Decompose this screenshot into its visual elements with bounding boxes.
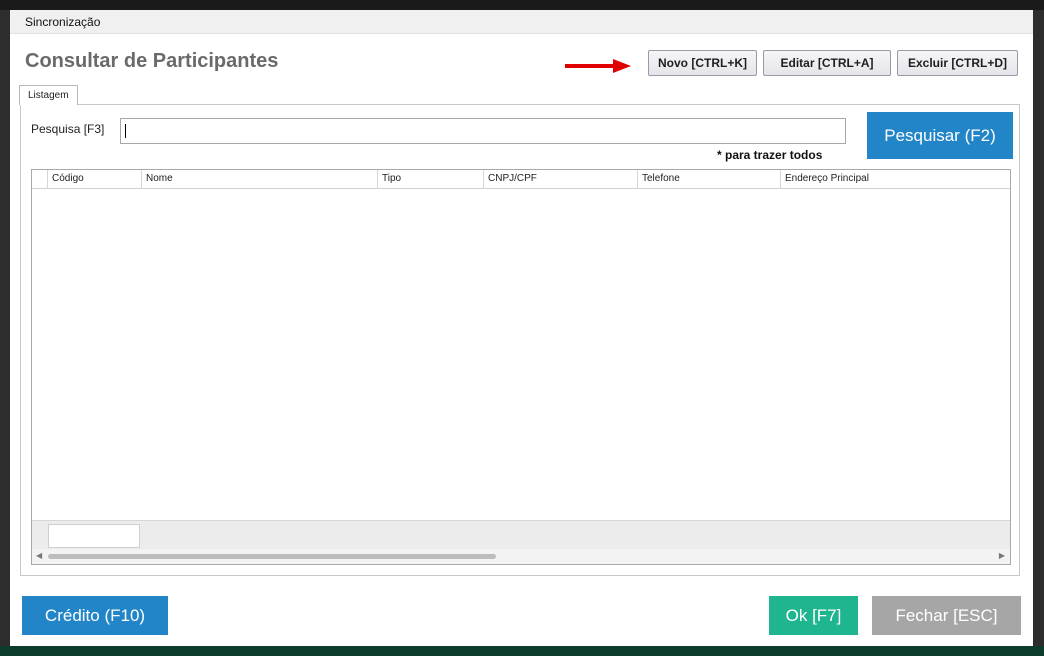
footer-summary-cell — [48, 524, 140, 548]
text-caret — [125, 124, 126, 138]
background-right — [1033, 10, 1044, 656]
scroll-thumb[interactable] — [48, 554, 496, 559]
column-header-tipo[interactable]: Tipo — [377, 170, 483, 188]
participants-table[interactable]: Código Nome Tipo CNPJ/CPF Telefone Ender… — [31, 169, 1011, 565]
close-button[interactable]: Fechar [ESC] — [872, 596, 1021, 635]
dialog-window: Sincronização Consultar de Participantes… — [10, 10, 1033, 646]
background-bottom — [0, 646, 1044, 656]
background-top — [0, 0, 1044, 10]
page-title: Consultar de Participantes — [25, 50, 279, 72]
column-header-codigo[interactable]: Código — [47, 170, 141, 188]
search-input[interactable] — [120, 118, 846, 144]
credit-button[interactable]: Crédito (F10) — [22, 596, 168, 635]
listing-panel: Pesquisa [F3] * para trazer todos Pesqui… — [20, 104, 1020, 576]
title-bar: Sincronização — [10, 10, 1033, 34]
column-header-telefone[interactable]: Telefone — [637, 170, 780, 188]
new-button[interactable]: Novo [CTRL+K] — [648, 50, 757, 76]
scroll-right-icon[interactable]: ▶ — [999, 551, 1005, 560]
window-title: Sincronização — [25, 15, 101, 29]
ok-button[interactable]: Ok [F7] — [769, 596, 858, 635]
column-header-endereco[interactable]: Endereço Principal — [780, 170, 1010, 188]
red-arrow-icon — [565, 59, 631, 73]
search-label: Pesquisa [F3] — [31, 122, 105, 136]
edit-button[interactable]: Editar [CTRL+A] — [763, 50, 891, 76]
scroll-left-icon[interactable]: ◀ — [36, 551, 42, 560]
tab-listagem[interactable]: Listagem — [19, 85, 78, 105]
row-indicator-header — [32, 170, 47, 188]
table-footer — [32, 520, 1010, 550]
search-button[interactable]: Pesquisar (F2) — [867, 112, 1013, 159]
background-left — [0, 10, 10, 656]
search-hint: * para trazer todos — [717, 148, 823, 162]
horizontal-scrollbar[interactable]: ◀ ▶ — [32, 549, 1010, 564]
delete-button[interactable]: Excluir [CTRL+D] — [897, 50, 1018, 76]
column-header-nome[interactable]: Nome — [141, 170, 377, 188]
table-header: Código Nome Tipo CNPJ/CPF Telefone Ender… — [32, 170, 1010, 189]
column-header-cnpj-cpf[interactable]: CNPJ/CPF — [483, 170, 637, 188]
